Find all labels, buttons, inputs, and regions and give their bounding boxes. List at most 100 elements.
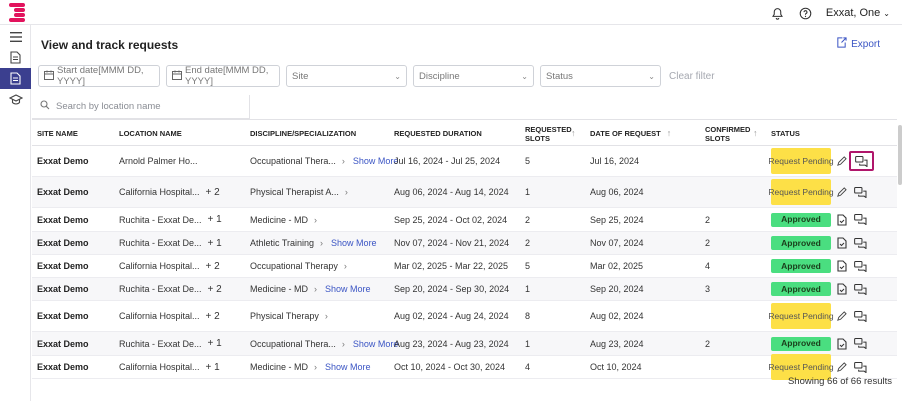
location-name-cell[interactable]: Arnold Palmer Ho... [119,146,198,176]
show-more-link[interactable]: Show More [353,156,399,166]
col-confirmed-slots[interactable]: CONFIRMED SLOTS ↑ [705,120,765,147]
show-more-link[interactable]: Show More [353,339,399,349]
status-cell: Approved [771,208,831,231]
menu-icon[interactable] [0,26,31,47]
location-name-cell[interactable]: California Hospital... + 2 [119,301,220,331]
table-row[interactable]: Exxat Demo Ruchita - Exxat De... + 1 Athlet… [32,232,897,255]
chat-icon[interactable] [854,255,867,277]
location-name-cell[interactable]: Ruchita - Exxat De... + 2 [119,278,222,300]
more-locations-count[interactable]: + 2 [206,261,220,272]
site-select[interactable]: Site ⌄ [286,65,407,87]
request-icon[interactable] [0,68,31,89]
table-row[interactable]: Exxat Demo California Hospital... + 2 Physi… [32,177,897,208]
chevron-right-icon[interactable]: › [320,238,323,248]
document-check-icon[interactable] [837,332,847,355]
pencil-icon[interactable] [836,356,847,378]
document-check-icon[interactable] [837,232,847,254]
chevron-right-icon[interactable]: › [314,362,317,372]
chat-icon[interactable] [854,332,867,355]
table-row[interactable]: Exxat Demo Ruchita - Exxat De... + 1 Medici… [32,208,897,232]
sort-arrow-icon[interactable]: ↑ [753,129,758,138]
more-locations-count[interactable]: + 1 [208,238,222,249]
status-badge: Approved [771,236,831,250]
chevron-right-icon[interactable]: › [314,215,317,225]
table-row[interactable]: Exxat Demo Arnold Palmer Ho... Occupationa… [32,146,897,177]
site-name-cell: Exxat Demo [37,214,89,225]
help-icon[interactable] [798,5,814,21]
location-name-cell[interactable]: Ruchita - Exxat De... + 1 [119,232,222,254]
chevron-right-icon[interactable]: › [345,187,348,197]
chat-icon[interactable] [854,208,867,231]
discipline-select[interactable]: Discipline ⌄ [413,65,534,87]
table-row[interactable]: Exxat Demo California Hospital... + 2 Physi… [32,301,897,332]
status-select[interactable]: Status ⌄ [540,65,661,87]
col-location-name[interactable]: LOCATION NAME [119,120,182,147]
location-name-cell[interactable]: California Hospital... + 2 [119,177,220,207]
document-check-icon[interactable] [837,255,847,277]
table-row[interactable]: Exxat Demo California Hospital... + 1 Medic… [32,354,897,380]
status-cell: Request Pending [768,354,834,380]
more-locations-count[interactable]: + 2 [206,187,220,198]
show-more-link[interactable]: Show More [325,284,371,294]
status-cell: Approved [771,278,831,300]
chevron-right-icon[interactable]: › [314,284,317,294]
graduation-cap-icon[interactable] [0,89,31,110]
more-locations-count[interactable]: + 1 [206,362,220,373]
site-name-cell: Exxat Demo [37,187,89,197]
col-site-name[interactable]: SITE NAME [37,120,78,147]
exxat-logo[interactable] [9,3,25,22]
bell-icon[interactable] [770,5,786,21]
document-icon[interactable] [0,47,31,68]
chat-icon[interactable] [854,301,867,331]
chevron-right-icon[interactable]: › [342,156,345,166]
sort-arrow-icon[interactable]: ↑ [571,129,576,138]
location-name-cell[interactable]: Ruchita - Exxat De... + 1 [119,208,222,231]
more-locations-count[interactable]: + 2 [208,284,222,295]
comment-button-highlighted[interactable] [849,146,874,176]
end-date-field[interactable]: End date[MMM DD, YYYY] [166,65,280,87]
more-locations-count[interactable]: + 1 [208,214,222,225]
more-locations-count[interactable]: + 1 [208,338,222,349]
search-input[interactable]: Search by location name [32,95,250,119]
requested-slots-cell: 1 [525,338,531,349]
table-row[interactable]: Exxat Demo California Hospital... + 2 Occup… [32,255,897,278]
chevron-right-icon[interactable]: › [344,261,347,271]
chat-icon[interactable] [854,177,867,207]
export-button[interactable]: Export [836,37,880,51]
sort-arrow-icon[interactable]: ↑ [667,129,672,138]
col-requested-slots[interactable]: REQUESTED SLOTS ↑ [525,120,583,147]
show-more-link[interactable]: Show More [331,238,377,248]
status-badge: Approved [771,259,831,273]
start-date-field[interactable]: Start date[MMM DD, YYYY] [38,65,160,87]
location-name-cell[interactable]: Ruchita - Exxat De... + 1 [119,332,222,355]
document-check-icon[interactable] [837,278,847,300]
location-name-cell[interactable]: California Hospital... + 1 [119,356,220,378]
chevron-right-icon[interactable]: › [325,311,328,321]
show-more-link[interactable]: Show More [325,362,371,372]
col-date-of-request[interactable]: DATE OF REQUEST ↑ [590,120,671,147]
date-of-request-cell: Sep 25, 2024 [590,214,644,225]
chat-icon[interactable] [854,278,867,300]
table-row[interactable]: Exxat Demo Ruchita - Exxat De... + 2 Medici… [32,278,897,301]
pencil-icon[interactable] [836,177,847,207]
document-check-icon[interactable] [837,208,847,231]
col-discipline[interactable]: DISCIPLINE/SPECIALIZATION [250,120,356,147]
top-right-controls: Exxat, One ⌄ [770,5,890,21]
date-of-request-cell: Nov 07, 2024 [590,238,644,248]
confirmed-slots-cell: 2 [705,338,711,349]
chat-icon[interactable] [854,232,867,254]
pencil-icon[interactable] [836,301,847,331]
chat-icon[interactable] [854,356,867,378]
location-name-cell[interactable]: California Hospital... + 2 [119,255,220,277]
more-locations-count[interactable]: + 2 [206,311,220,322]
col-status[interactable]: STATUS [771,120,800,147]
chevron-right-icon[interactable]: › [342,339,345,349]
pencil-icon[interactable] [836,146,847,176]
user-menu[interactable]: Exxat, One ⌄ [826,7,890,19]
col-requested-duration[interactable]: REQUESTED DURATION [394,120,482,147]
vertical-scrollbar[interactable] [898,125,902,185]
clear-filter-button[interactable]: Clear filter [669,71,715,82]
chat-icon[interactable] [849,151,874,171]
discipline-name: Medicine - MD [250,214,309,225]
table-row[interactable]: Exxat Demo Ruchita - Exxat De... + 1 Occupa… [32,332,897,356]
